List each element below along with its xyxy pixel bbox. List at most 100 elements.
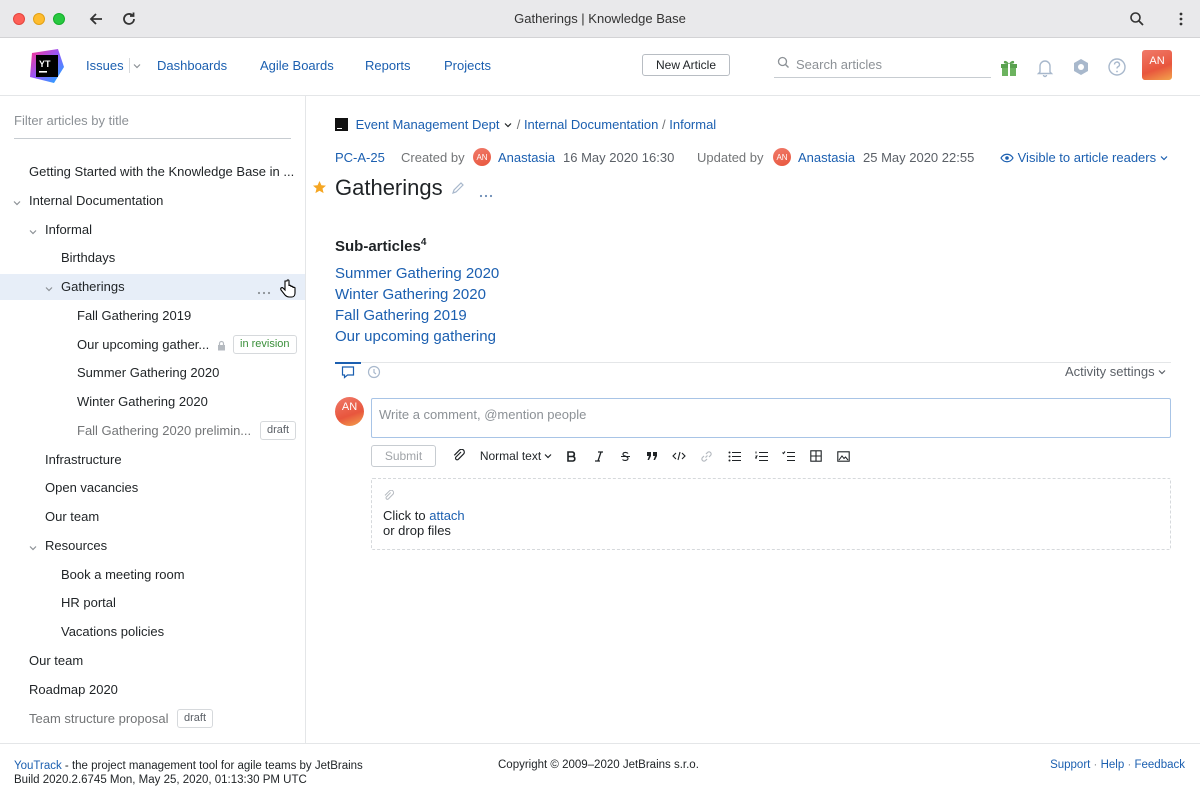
chevron-down-icon[interactable]: [503, 117, 513, 132]
chevron-down-icon[interactable]: [12, 196, 22, 206]
tree-item-getting-started[interactable]: Getting Started with the Knowledge Base …: [0, 159, 305, 185]
italic-icon[interactable]: [591, 446, 607, 466]
author-avatar[interactable]: AN: [473, 148, 491, 166]
search-icon[interactable]: [1126, 8, 1148, 30]
tree-item-gatherings[interactable]: Gatherings: [0, 274, 305, 300]
numbered-list-icon[interactable]: [753, 446, 769, 466]
support-link[interactable]: Support: [1050, 759, 1090, 771]
footer-tagline: - the project management tool for agile …: [61, 760, 363, 772]
table-icon[interactable]: [808, 446, 824, 466]
tree-item-infrastructure[interactable]: Infrastructure: [0, 447, 305, 473]
strikethrough-icon[interactable]: [617, 446, 633, 466]
search-placeholder: Search articles: [796, 57, 882, 72]
new-article-button[interactable]: New Article: [642, 54, 730, 76]
tree-item-label: Our team: [45, 509, 100, 524]
subarticles-count: 4: [420, 237, 427, 248]
gift-icon[interactable]: [998, 56, 1020, 78]
filter-articles-input[interactable]: Filter articles by title: [14, 113, 291, 139]
star-icon[interactable]: [312, 180, 327, 198]
tree-item-internal-documentation[interactable]: Internal Documentation: [0, 188, 305, 214]
settings-icon[interactable]: [1070, 56, 1092, 78]
tree-item-label: Book a meeting room: [61, 567, 185, 582]
youtrack-logo[interactable]: YT: [28, 47, 66, 85]
more-horizontal-icon[interactable]: [257, 283, 271, 298]
tree-item-label: Vacations policies: [61, 624, 165, 639]
quote-icon[interactable]: [644, 446, 660, 466]
subarticle-link[interactable]: Winter Gathering 2020: [335, 286, 486, 303]
checklist-icon[interactable]: [780, 446, 796, 466]
tree-item-vacations-policies[interactable]: Vacations policies: [0, 619, 305, 645]
nav-agile-boards[interactable]: Agile Boards: [260, 58, 334, 73]
tree-item-resources[interactable]: Resources: [0, 533, 305, 559]
youtrack-link[interactable]: YouTrack: [14, 760, 62, 772]
search-input[interactable]: Search articles: [774, 54, 991, 78]
attachment-dropzone[interactable]: Click to attach or drop files: [371, 478, 1171, 550]
tree-item-label: Open vacancies: [45, 480, 139, 495]
submit-button[interactable]: Submit: [371, 445, 436, 467]
attach-link[interactable]: attach: [429, 508, 464, 523]
project-icon: [335, 118, 348, 131]
tree-item-book-a-meeting-room[interactable]: Book a meeting room: [0, 562, 305, 588]
breadcrumb-parent[interactable]: Internal Documentation: [524, 117, 658, 132]
subarticle-link[interactable]: Summer Gathering 2020: [335, 265, 499, 282]
user-avatar[interactable]: AN: [1142, 50, 1172, 80]
tree-item-hr-portal[interactable]: HR portal: [0, 590, 305, 616]
chevron-down-icon[interactable]: [28, 225, 38, 235]
nav-projects[interactable]: Projects: [444, 58, 491, 73]
lock-icon: [217, 339, 226, 354]
nav-dashboards[interactable]: Dashboards: [157, 58, 227, 73]
tree-item-label: Birthdays: [61, 250, 116, 265]
tree-item-our-upcoming-gathering[interactable]: Our upcoming gather... in revision: [0, 332, 305, 358]
tree-item-our-team[interactable]: Our team: [0, 504, 305, 530]
draft-badge: draft: [260, 421, 297, 440]
comments-tab-icon[interactable]: [341, 365, 355, 382]
code-icon[interactable]: [671, 446, 687, 466]
attachment-icon[interactable]: [450, 446, 468, 466]
commenter-avatar[interactable]: AN: [335, 397, 364, 426]
chevron-down-icon[interactable]: [28, 541, 38, 551]
updated-date: 25 May 2020 22:55: [863, 150, 975, 165]
tree-item-roadmap-2020[interactable]: Roadmap 2020: [0, 677, 305, 703]
updater-link[interactable]: Anastasia: [798, 150, 855, 165]
tree-item-summer-gathering-2020[interactable]: Summer Gathering 2020: [0, 360, 305, 386]
breadcrumb-current[interactable]: Informal: [669, 117, 716, 132]
tree-item-fall-gathering-2019[interactable]: Fall Gathering 2019: [0, 303, 305, 329]
history-tab-icon[interactable]: [367, 365, 381, 382]
attach-text: Click to attach or drop files: [383, 508, 465, 538]
more-horizontal-icon[interactable]: [479, 186, 493, 201]
nav-issues[interactable]: Issues: [86, 58, 141, 73]
tree-item-birthdays[interactable]: Birthdays: [0, 245, 305, 271]
paperclip-icon: [383, 489, 395, 505]
tree-item-our-team-root[interactable]: Our team: [0, 648, 305, 674]
bullet-list-icon[interactable]: [726, 446, 742, 466]
more-vertical-icon[interactable]: [1170, 8, 1192, 30]
pencil-icon[interactable]: [451, 181, 465, 198]
footer-left: YouTrack - the project management tool f…: [14, 759, 363, 787]
chevron-down-icon[interactable]: [44, 282, 54, 292]
bell-icon[interactable]: [1034, 56, 1056, 78]
feedback-link[interactable]: Feedback: [1134, 759, 1185, 771]
link-icon[interactable]: [698, 446, 714, 466]
visibility-dropdown[interactable]: Visible to article readers: [1000, 150, 1168, 165]
breadcrumb-project[interactable]: Event Management Dept: [356, 117, 500, 132]
text-style-dropdown[interactable]: Normal text: [478, 446, 554, 466]
bold-icon[interactable]: [564, 446, 580, 466]
help-link[interactable]: Help: [1101, 759, 1125, 771]
subarticle-link[interactable]: Our upcoming gathering: [335, 328, 496, 345]
chevron-down-icon[interactable]: [129, 58, 141, 73]
nav-reports[interactable]: Reports: [365, 58, 411, 73]
author-link[interactable]: Anastasia: [498, 150, 555, 165]
tree-item-winter-gathering-2020[interactable]: Winter Gathering 2020: [0, 389, 305, 415]
comment-input[interactable]: Write a comment, @mention people: [371, 398, 1171, 438]
tree-item-informal[interactable]: Informal: [0, 217, 305, 243]
image-icon[interactable]: [835, 446, 851, 466]
tree-item-open-vacancies[interactable]: Open vacancies: [0, 475, 305, 501]
article-id[interactable]: PC-A-25: [335, 150, 385, 165]
subarticle-link[interactable]: Fall Gathering 2019: [335, 307, 467, 324]
tree-item-team-structure-proposal[interactable]: Team structure proposal draft: [0, 706, 305, 732]
activity-settings-dropdown[interactable]: Activity settings: [1065, 364, 1166, 379]
help-icon[interactable]: [1106, 56, 1128, 78]
updater-avatar[interactable]: AN: [773, 148, 791, 166]
tree-item-fall-gathering-2020-preliminary[interactable]: Fall Gathering 2020 prelimin... draft: [0, 418, 305, 444]
tree-item-label: Our team: [29, 653, 84, 668]
